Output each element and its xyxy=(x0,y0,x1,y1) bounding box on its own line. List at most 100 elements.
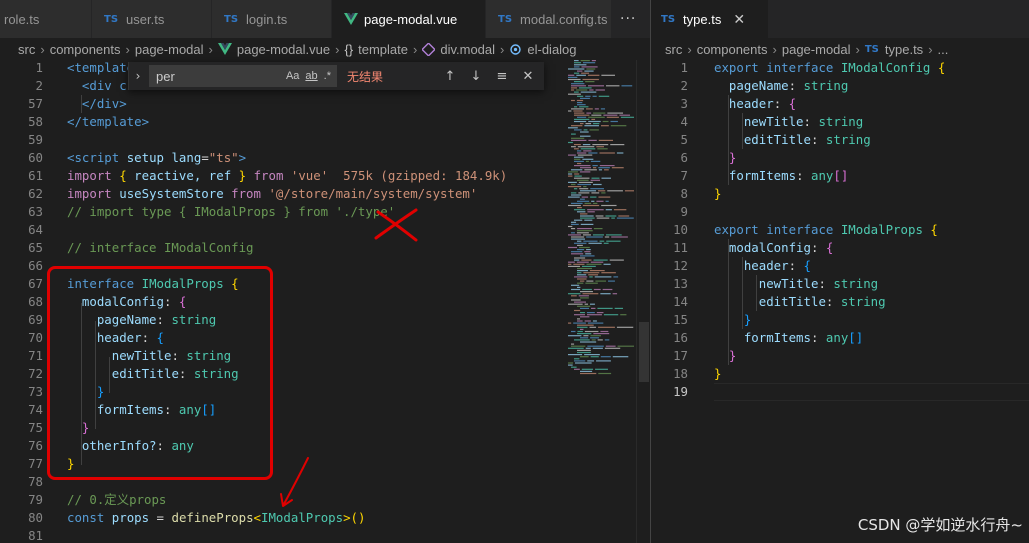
minimap-line xyxy=(571,295,577,297)
minimap-line xyxy=(591,339,596,341)
minimap-line xyxy=(577,228,592,230)
line-number: 81 xyxy=(28,528,43,543)
find-in-selection-icon[interactable]: ≡ xyxy=(489,69,515,84)
tab-modal-config-ts[interactable]: TS modal.config.ts xyxy=(486,0,612,38)
minimap-line xyxy=(610,120,618,123)
tab-page-modal-vue[interactable]: page-modal.vue xyxy=(332,0,486,38)
minimap-line xyxy=(574,64,587,66)
minimap-line xyxy=(573,110,583,112)
line-number: 1 xyxy=(680,60,688,75)
line-number: 7 xyxy=(680,168,688,183)
vue-icon xyxy=(344,13,358,25)
code-token: newTitle xyxy=(743,114,804,129)
minimap-line xyxy=(576,74,586,76)
minimap-line xyxy=(585,81,595,83)
whole-word-icon[interactable]: ab xyxy=(305,70,317,82)
minimap-line xyxy=(592,165,598,167)
minimap-line xyxy=(568,110,572,112)
code-line: 4 newTitle: string xyxy=(651,113,945,131)
minimap-line xyxy=(588,152,598,154)
minimap-line xyxy=(586,112,592,114)
arrow-down-icon[interactable]: ↓ xyxy=(463,69,489,84)
minimap-line xyxy=(587,209,604,211)
minimap-line xyxy=(580,316,590,318)
breadcrumb-item[interactable]: div.modal xyxy=(440,42,495,57)
code-line: 65 // interface IModalConfig xyxy=(0,239,507,257)
minimap-line xyxy=(571,253,584,255)
minimap-line xyxy=(577,320,583,322)
find-input[interactable]: per Aa ab .* xyxy=(149,65,337,87)
minimap-line xyxy=(589,276,593,278)
breadcrumb-item[interactable]: template xyxy=(358,42,408,57)
match-case-icon[interactable]: Aa xyxy=(286,70,299,82)
minimap-line xyxy=(624,190,634,192)
minimap-line xyxy=(601,177,611,179)
minimap-line xyxy=(571,192,577,194)
minimap-line xyxy=(595,280,607,282)
minimap-line xyxy=(577,207,582,209)
minimap-line xyxy=(588,120,601,123)
breadcrumb-item[interactable]: el-dialog xyxy=(527,42,576,57)
minimap-line xyxy=(571,139,587,141)
breadcrumb-item[interactable]: src xyxy=(18,42,35,57)
close-icon[interactable]: ✕ xyxy=(733,11,745,28)
code-token: setup xyxy=(126,150,164,165)
minimap-line xyxy=(571,194,582,196)
minimap-line xyxy=(571,221,577,223)
annotation-cross-icon xyxy=(374,208,418,242)
minimap-line xyxy=(574,309,581,312)
regex-icon[interactable]: .* xyxy=(324,70,331,82)
breadcrumb-item[interactable]: page-modal xyxy=(782,42,851,57)
scrollbar-thumb[interactable] xyxy=(639,322,649,382)
minimap-line xyxy=(568,335,582,337)
code-token: string xyxy=(818,114,864,129)
minimap-line xyxy=(580,167,591,169)
chevron-right-icon[interactable]: › xyxy=(129,69,147,83)
line-number: 11 xyxy=(673,240,688,255)
vue-icon xyxy=(217,43,232,55)
code-line: 15 } xyxy=(651,311,945,329)
tab-label: type.ts xyxy=(683,11,722,27)
minimap-line xyxy=(582,293,599,295)
minimap-line xyxy=(590,160,601,162)
minimap-line xyxy=(568,263,572,265)
code-token: formItems xyxy=(728,168,797,183)
minimap-line xyxy=(568,293,581,295)
minimap-line xyxy=(571,146,576,148)
minimap-line xyxy=(580,297,589,299)
breadcrumb-item[interactable]: components xyxy=(50,42,121,57)
close-icon[interactable]: ✕ xyxy=(515,69,541,84)
minimap-line xyxy=(577,267,592,270)
minimap-line xyxy=(571,366,577,368)
breadcrumb-item[interactable]: src xyxy=(665,42,682,57)
minimap-line xyxy=(585,253,592,255)
tab-login-ts[interactable]: TS login.ts xyxy=(212,0,332,38)
breadcrumb-item[interactable]: type.ts xyxy=(885,42,923,57)
tab-role-ts[interactable]: role.ts xyxy=(0,0,92,38)
minimap-line xyxy=(596,312,604,314)
minimap-line xyxy=(609,259,624,261)
tab-user-ts[interactable]: TS user.ts xyxy=(92,0,212,38)
minimap-line xyxy=(568,234,581,236)
breadcrumb-item[interactable]: ... xyxy=(938,42,949,57)
minimap-line xyxy=(568,171,578,173)
line-number: 80 xyxy=(28,510,43,525)
minimap-line xyxy=(574,368,580,370)
minimap[interactable] xyxy=(566,60,636,380)
code-editor[interactable]: 1 export interface IModalConfig { 2 pageN… xyxy=(651,59,945,401)
minimap-line xyxy=(577,318,581,320)
minimap-line xyxy=(606,240,621,242)
scrollbar[interactable] xyxy=(636,60,650,543)
tab-type-ts[interactable]: TS type.ts ✕ xyxy=(651,0,769,38)
minimap-line xyxy=(585,123,592,125)
arrow-up-icon[interactable]: ↑ xyxy=(437,69,463,84)
breadcrumb-item[interactable]: components xyxy=(697,42,768,57)
line-number: 61 xyxy=(28,168,43,183)
more-actions-icon[interactable]: ··· xyxy=(612,0,644,37)
minimap-line xyxy=(603,263,611,265)
breadcrumb-item[interactable]: page-modal xyxy=(135,42,204,57)
code-token: IModalProps xyxy=(261,510,344,525)
minimap-line xyxy=(577,95,584,97)
breadcrumb-item[interactable]: page-modal.vue xyxy=(237,42,330,57)
minimap-line xyxy=(580,312,585,314)
